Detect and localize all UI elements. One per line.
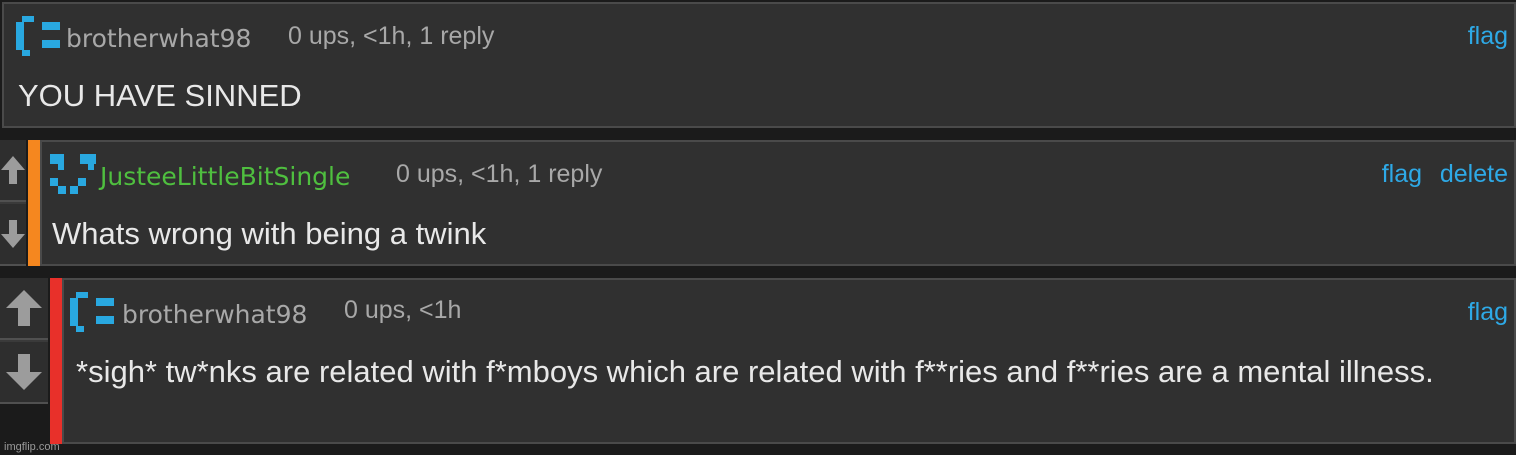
comment-3: brotherwhat98 0 ups, <1h flag *sigh* tw*…	[62, 278, 1516, 444]
pixel-avatar-icon	[70, 292, 114, 332]
vote-column	[0, 140, 26, 266]
upvote-button[interactable]	[0, 140, 26, 202]
reply-depth-bar	[28, 140, 40, 266]
comment-meta: 0 ups, <1h	[344, 296, 462, 324]
watermark: imgflip.com	[4, 441, 60, 453]
pixel-avatar-icon	[50, 154, 96, 194]
upvote-button[interactable]	[0, 278, 48, 340]
comment-username[interactable]: JusteeLittleBitSingle	[100, 162, 350, 191]
comment-1: brotherwhat98 0 ups, <1h, 1 reply flag Y…	[2, 2, 1516, 128]
arrow-up-icon	[6, 290, 42, 326]
flag-link[interactable]: flag	[1382, 160, 1422, 189]
comment-body: Whats wrong with being a twink	[52, 216, 487, 251]
pixel-avatar-icon	[16, 16, 60, 56]
vote-column	[0, 278, 48, 404]
reply-depth-bar	[50, 278, 62, 444]
comment-2: JusteeLittleBitSingle 0 ups, <1h, 1 repl…	[40, 140, 1516, 266]
downvote-button[interactable]	[0, 204, 26, 266]
delete-link[interactable]: delete	[1440, 160, 1508, 189]
comment-meta: 0 ups, <1h, 1 reply	[396, 160, 603, 188]
comment-body: *sigh* tw*nks are related with f*mboys w…	[76, 354, 1434, 389]
flag-link[interactable]: flag	[1468, 298, 1508, 327]
comment-thread: brotherwhat98 0 ups, <1h, 1 reply flag Y…	[0, 0, 1516, 455]
downvote-button[interactable]	[0, 342, 48, 404]
flag-link[interactable]: flag	[1468, 22, 1508, 51]
arrow-down-icon	[6, 354, 42, 390]
comment-body: YOU HAVE SINNED	[18, 78, 302, 113]
comment-meta: 0 ups, <1h, 1 reply	[288, 22, 495, 50]
comment-username[interactable]: brotherwhat98	[122, 300, 307, 329]
arrow-up-icon	[1, 156, 25, 184]
comment-username[interactable]: brotherwhat98	[66, 24, 251, 53]
arrow-down-icon	[1, 220, 25, 248]
